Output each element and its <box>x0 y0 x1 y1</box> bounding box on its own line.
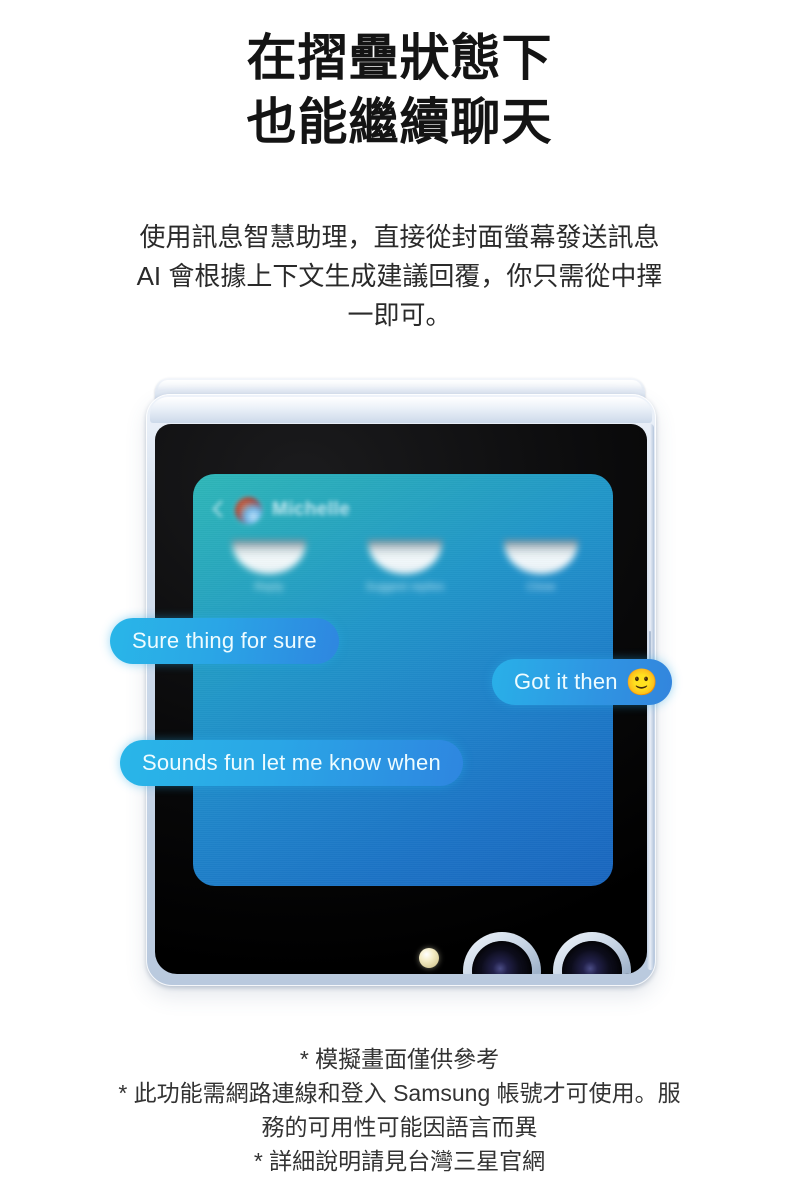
cover-screen-header: Michelle <box>211 490 599 530</box>
suggestion-card-icon <box>504 540 578 574</box>
body-line-2: AI 會根據上下文生成建議回覆，你只需從中擇 <box>136 261 663 291</box>
phone-hinge <box>150 397 652 423</box>
chat-bubble: Sure thing for sure <box>110 618 339 664</box>
headline-line-2: 也能繼續聊天 <box>246 94 553 150</box>
footnotes: * 模擬畫面僅供參考 * 此功能需網路連線和登入 Samsung 帳號才可使用。… <box>30 1042 770 1178</box>
suggestion-card[interactable]: Reply <box>213 540 325 593</box>
footnote-line-2: * 此功能需網路連線和登入 Samsung 帳號才可使用。服 <box>118 1080 681 1106</box>
chat-bubble: Sounds fun let me know when <box>120 740 463 786</box>
back-chevron-icon[interactable] <box>211 499 225 521</box>
suggested-replies-row: Reply Suggest replies Close <box>213 540 597 593</box>
avatar <box>235 496 262 524</box>
camera-lens-ultrawide-icon <box>553 932 631 974</box>
headline-line-1: 在摺疊狀態下 <box>246 30 553 86</box>
slightly-smiling-face-icon: 🙂 <box>625 667 659 697</box>
suggestion-card-icon <box>368 540 442 574</box>
body-description: 使用訊息智慧助理，直接從封面螢幕發送訊息 AI 會根據上下文生成建議回覆，你只需… <box>70 218 730 335</box>
flash-led-icon <box>419 948 439 968</box>
page-title: 在摺疊狀態下 也能繼續聊天 <box>0 26 799 154</box>
chat-bubble-text: Sounds fun let me know when <box>142 750 441 775</box>
suggestion-card-label: Suggest replies <box>365 581 445 593</box>
suggestion-card[interactable]: Suggest replies <box>349 540 461 593</box>
contact-name: Michelle <box>272 499 351 520</box>
suggestion-card[interactable]: Close <box>485 540 597 593</box>
camera-lens-wide-icon <box>463 932 541 974</box>
suggestion-card-label: Reply <box>254 581 284 593</box>
body-line-3: 一即可。 <box>347 300 452 330</box>
chat-bubble: Got it then 🙂 <box>492 659 673 705</box>
product-image-folded-phone: Michelle Reply Suggest replies Close <box>0 370 799 1010</box>
footnote-line-3: 務的可用性可能因語言而異 <box>261 1114 538 1140</box>
footnote-line-1: * 模擬畫面僅供參考 <box>299 1046 500 1072</box>
chat-bubble-text: Sure thing for sure <box>132 628 317 653</box>
body-line-1: 使用訊息智慧助理，直接從封面螢幕發送訊息 <box>139 222 660 252</box>
suggestion-card-label: Close <box>526 581 556 593</box>
footnote-line-4: * 詳細說明請見台灣三星官網 <box>253 1148 546 1174</box>
chat-bubble-text: Got it then <box>514 669 618 694</box>
suggestion-card-icon <box>232 540 306 574</box>
